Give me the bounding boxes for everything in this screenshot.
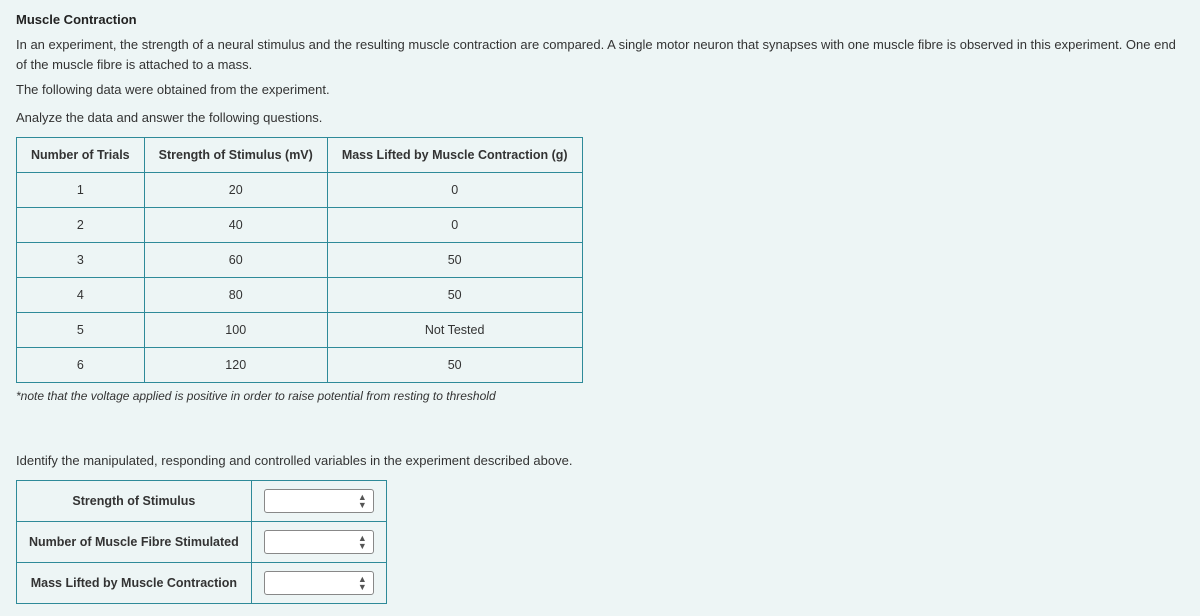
question-text: Identify the manipulated, responding and… <box>16 453 1184 468</box>
answer-label: Strength of Stimulus <box>17 480 252 521</box>
dropdown-arrow-icon: ▲▼ <box>358 493 367 509</box>
col-header-trials: Number of Trials <box>17 137 145 172</box>
footnote: *note that the voltage applied is positi… <box>16 389 1184 403</box>
variable-select[interactable]: ▲▼ <box>264 530 374 554</box>
cell-stimulus: 40 <box>144 207 327 242</box>
col-header-stimulus: Strength of Stimulus (mV) <box>144 137 327 172</box>
intro-paragraph-1: In an experiment, the strength of a neur… <box>16 35 1184 74</box>
section-heading: Muscle Contraction <box>16 12 1184 27</box>
cell-stimulus: 120 <box>144 347 327 382</box>
cell-stimulus: 100 <box>144 312 327 347</box>
cell-mass: 0 <box>327 207 582 242</box>
cell-mass: 50 <box>327 347 582 382</box>
answer-table: Strength of Stimulus ▲▼ Number of Muscle… <box>16 480 387 604</box>
answer-select-cell: ▲▼ <box>251 521 386 562</box>
answer-label: Number of Muscle Fibre Stimulated <box>17 521 252 562</box>
cell-trial: 4 <box>17 277 145 312</box>
dropdown-arrow-icon: ▲▼ <box>358 575 367 591</box>
cell-trial: 1 <box>17 172 145 207</box>
table-row: 1 20 0 <box>17 172 583 207</box>
cell-trial: 3 <box>17 242 145 277</box>
instruction-text: Analyze the data and answer the followin… <box>16 110 1184 125</box>
cell-trial: 2 <box>17 207 145 242</box>
variable-select[interactable]: ▲▼ <box>264 571 374 595</box>
table-row: 6 120 50 <box>17 347 583 382</box>
answer-row: Mass Lifted by Muscle Contraction ▲▼ <box>17 562 387 603</box>
cell-trial: 5 <box>17 312 145 347</box>
cell-mass: 0 <box>327 172 582 207</box>
table-row: 4 80 50 <box>17 277 583 312</box>
table-row: 5 100 Not Tested <box>17 312 583 347</box>
cell-mass: 50 <box>327 277 582 312</box>
data-table: Number of Trials Strength of Stimulus (m… <box>16 137 583 383</box>
cell-mass: 50 <box>327 242 582 277</box>
cell-stimulus: 80 <box>144 277 327 312</box>
answer-label: Mass Lifted by Muscle Contraction <box>17 562 252 603</box>
answer-row: Number of Muscle Fibre Stimulated ▲▼ <box>17 521 387 562</box>
cell-stimulus: 60 <box>144 242 327 277</box>
cell-trial: 6 <box>17 347 145 382</box>
col-header-mass: Mass Lifted by Muscle Contraction (g) <box>327 137 582 172</box>
cell-stimulus: 20 <box>144 172 327 207</box>
answer-select-cell: ▲▼ <box>251 480 386 521</box>
dropdown-arrow-icon: ▲▼ <box>358 534 367 550</box>
answer-select-cell: ▲▼ <box>251 562 386 603</box>
answer-row: Strength of Stimulus ▲▼ <box>17 480 387 521</box>
intro-paragraph-2: The following data were obtained from th… <box>16 80 1184 100</box>
variable-select[interactable]: ▲▼ <box>264 489 374 513</box>
table-row: 2 40 0 <box>17 207 583 242</box>
table-row: 3 60 50 <box>17 242 583 277</box>
cell-mass: Not Tested <box>327 312 582 347</box>
